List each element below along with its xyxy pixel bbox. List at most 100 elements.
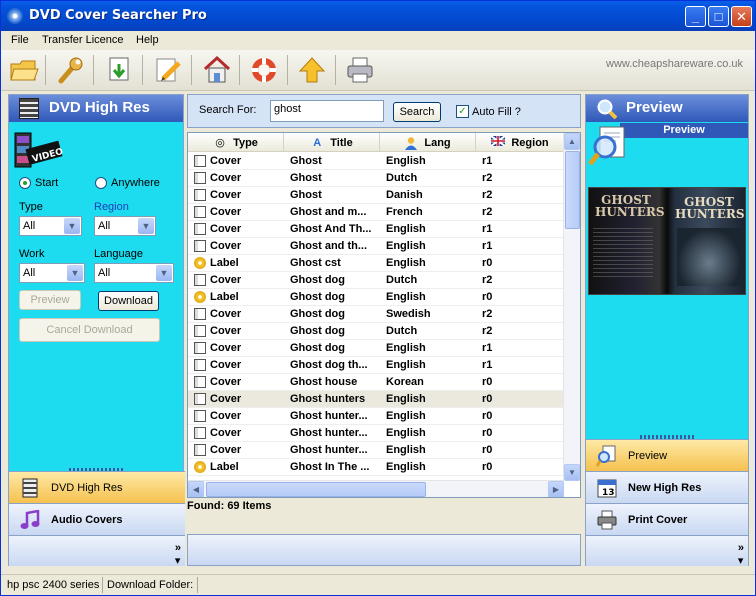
cell-lang: English <box>386 291 426 303</box>
nav-audio-covers[interactable]: Audio Covers <box>9 503 185 535</box>
cell-type: Cover <box>194 376 284 388</box>
search-label: Search For: <box>199 104 257 116</box>
table-row[interactable]: Cover Ghost English r1 <box>188 153 564 170</box>
cell-title: Ghost <box>290 172 322 184</box>
radio-anywhere[interactable]: Anywhere <box>95 177 160 189</box>
cover-preview-image[interactable]: GHOST HUNTERS GHOST HUNTERS <box>588 187 746 295</box>
search-button[interactable]: Search <box>393 102 441 122</box>
column-lang[interactable]: Lang <box>380 133 476 152</box>
menu-help[interactable]: Help <box>136 34 159 46</box>
menu-file[interactable]: File <box>11 34 29 46</box>
cancel-download-button[interactable]: Cancel Download <box>19 318 160 342</box>
radio-start[interactable]: Start <box>19 177 58 189</box>
vertical-scrollbar[interactable]: ▲ ▼ <box>563 133 580 481</box>
table-row[interactable]: Cover Ghost house Korean r0 <box>188 374 564 391</box>
chevron-down-icon[interactable]: ▼ <box>156 265 172 281</box>
scroll-up-icon[interactable]: ▲ <box>564 133 580 150</box>
table-row[interactable]: Cover Ghost And Th... English r1 <box>188 221 564 238</box>
table-row[interactable]: Cover Ghost dog th... English r1 <box>188 357 564 374</box>
cover-icon <box>194 376 206 388</box>
table-row[interactable]: Cover Ghost hunter... English r0 <box>188 442 564 459</box>
nav-overflow[interactable]: » ▾ <box>586 535 748 567</box>
table-row[interactable]: Label Ghost In The ... English r0 <box>188 459 564 476</box>
column-title[interactable]: A Title <box>284 133 380 152</box>
cell-lang: Korean <box>386 376 424 388</box>
nav-dvd-high-res[interactable]: DVD High Res <box>9 471 185 503</box>
app-icon <box>7 8 23 24</box>
radio-anywhere-dot[interactable] <box>95 177 107 189</box>
region-select-value: All <box>98 220 111 232</box>
column-region[interactable]: Region <box>476 133 564 152</box>
table-row[interactable]: Cover Ghost Danish r2 <box>188 187 564 204</box>
table-row[interactable]: Label Ghost dog English r0 <box>188 289 564 306</box>
nav-preview[interactable]: Preview <box>586 439 748 471</box>
open-folder-icon[interactable] <box>7 53 41 87</box>
horizontal-scrollbar[interactable]: ◀ ▶ <box>188 480 564 497</box>
table-row[interactable]: Cover Ghost dog English r1 <box>188 340 564 357</box>
nav-new-high-res[interactable]: 13 New High Res <box>586 471 748 503</box>
cell-region: r2 <box>482 172 493 184</box>
wrench-icon[interactable] <box>53 53 87 87</box>
cell-lang: English <box>386 393 426 405</box>
table-row[interactable]: Cover Ghost dog Dutch r2 <box>188 272 564 289</box>
scroll-down-icon[interactable]: ▼ <box>564 464 580 481</box>
table-row[interactable]: Cover Ghost hunters English r0 <box>188 391 564 408</box>
chevron-down-icon[interactable]: ▼ <box>64 218 80 234</box>
work-select[interactable]: All ▼ <box>19 263 85 283</box>
maximize-button[interactable]: □ <box>708 6 729 27</box>
scroll-left-icon[interactable]: ◀ <box>188 481 204 497</box>
language-label: Language <box>94 248 143 260</box>
up-arrow-icon[interactable] <box>295 53 329 87</box>
nav-overflow[interactable]: » ▾ <box>9 535 185 567</box>
printer-icon[interactable] <box>343 53 377 87</box>
cell-title: Ghost dog <box>290 308 345 320</box>
table-row[interactable]: Cover Ghost Dutch r2 <box>188 170 564 187</box>
menu-transfer-licence[interactable]: Transfer Licence <box>42 34 124 46</box>
home-icon[interactable] <box>200 53 234 87</box>
chevron-down-icon[interactable]: ▼ <box>67 265 83 281</box>
website-url[interactable]: www.cheapshareware.co.uk <box>606 58 743 70</box>
cover-icon <box>194 223 206 235</box>
checkmark-icon[interactable]: ✓ <box>456 105 469 118</box>
scroll-right-icon[interactable]: ▶ <box>548 481 564 497</box>
search-input[interactable]: ghost <box>270 100 384 122</box>
horizontal-scroll-thumb[interactable] <box>206 482 426 497</box>
minimize-button[interactable]: _ <box>685 6 706 27</box>
table-row[interactable]: Cover Ghost and th... English r1 <box>188 238 564 255</box>
title-bar[interactable]: DVD Cover Searcher Pro _ □ ✕ <box>1 1 755 31</box>
search-bar: Search For: ghost Search ✓ Auto Fill ? <box>187 94 581 128</box>
table-row[interactable]: Label Ghost cst English r0 <box>188 255 564 272</box>
table-row[interactable]: Cover Ghost hunter... English r0 <box>188 408 564 425</box>
pencil-icon[interactable] <box>151 53 185 87</box>
nav-print-cover[interactable]: Print Cover <box>586 503 748 535</box>
menu-bar: File Transfer Licence Help <box>1 31 755 50</box>
vertical-scroll-thumb[interactable] <box>565 151 580 229</box>
auto-fill-checkbox[interactable]: ✓ Auto Fill ? <box>456 105 521 118</box>
language-select[interactable]: All ▼ <box>94 263 174 283</box>
lifebuoy-icon[interactable] <box>247 53 281 87</box>
radio-start-dot[interactable] <box>19 177 31 189</box>
preview-sub-header: Preview <box>620 123 748 138</box>
region-select[interactable]: All ▼ <box>94 216 156 236</box>
double-chevron-icon[interactable]: » ▾ <box>175 542 181 567</box>
table-row[interactable]: Cover Ghost dog Dutch r2 <box>188 323 564 340</box>
download-button[interactable]: Download <box>98 291 159 311</box>
cell-title: Ghost cst <box>290 257 341 269</box>
chevron-down-icon[interactable]: ▼ <box>138 218 154 234</box>
nav-preview-label: Preview <box>628 449 668 462</box>
column-type-label: Type <box>233 136 258 149</box>
column-type[interactable]: ◎ Type <box>188 133 284 152</box>
preview-button[interactable]: Preview <box>19 290 81 310</box>
download-icon[interactable] <box>103 53 137 87</box>
double-chevron-icon[interactable]: » ▾ <box>738 542 744 567</box>
cell-type-text: Cover <box>210 223 242 235</box>
cell-lang: English <box>386 461 426 473</box>
table-row[interactable]: Cover Ghost and m... French r2 <box>188 204 564 221</box>
results-grid[interactable]: ◎ Type A Title Lang Region Cover Ghost E… <box>187 132 581 498</box>
close-button[interactable]: ✕ <box>731 6 752 27</box>
printer-icon <box>596 510 618 530</box>
table-row[interactable]: Cover Ghost dog Swedish r2 <box>188 306 564 323</box>
table-row[interactable]: Cover Ghost hunter... English r0 <box>188 425 564 442</box>
type-select[interactable]: All ▼ <box>19 216 82 236</box>
preview-panel-header: Preview <box>586 95 748 122</box>
